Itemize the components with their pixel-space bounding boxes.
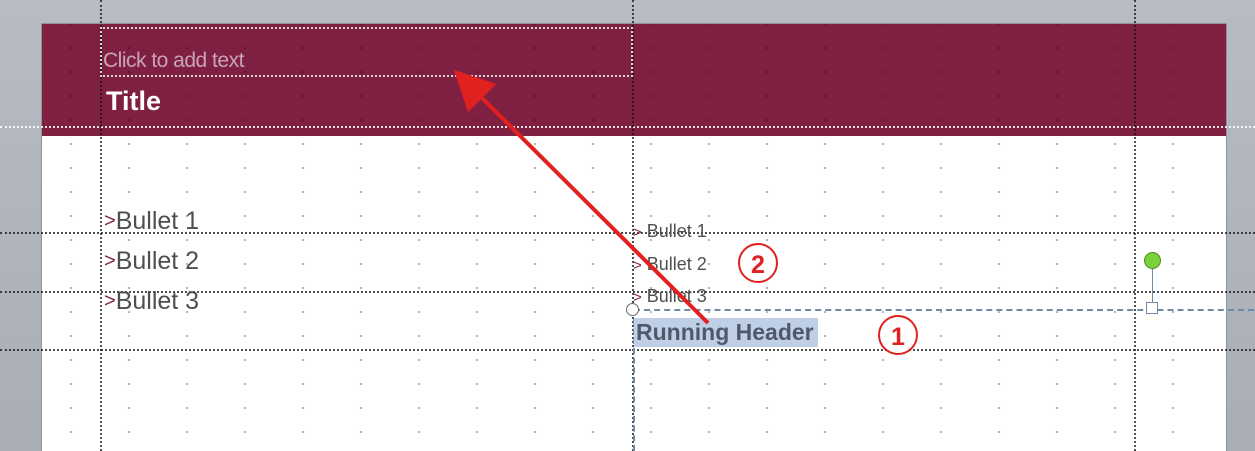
bullet-text: Bullet 2 — [646, 254, 707, 274]
bullet-right-2[interactable]: > Bullet 2 — [633, 255, 707, 273]
bullet-left-1[interactable]: >Bullet 1 — [104, 209, 199, 234]
selection-border-top — [634, 309, 1254, 311]
bullet-text: Bullet 1 — [115, 207, 200, 235]
bullet-text: Bullet 3 — [115, 287, 200, 315]
bullet-marker: > — [633, 257, 642, 274]
bullet-left-3[interactable]: >Bullet 3 — [104, 289, 199, 314]
bullet-right-3[interactable]: > Bullet 3 — [633, 287, 707, 305]
running-header-text[interactable]: Running Header — [634, 318, 818, 347]
bullet-marker: > — [104, 290, 116, 312]
callout-number-one: 1 — [878, 315, 918, 355]
placeholder-text: Click to add text — [103, 49, 244, 72]
bullet-marker: > — [633, 224, 642, 241]
bullet-marker: > — [104, 210, 116, 232]
callout-number-two: 2 — [738, 243, 778, 283]
bullet-text: Bullet 2 — [115, 247, 200, 275]
bullet-right-1[interactable]: > Bullet 1 — [633, 222, 707, 240]
resize-handle-icon[interactable] — [626, 303, 639, 316]
bullet-left-2[interactable]: >Bullet 2 — [104, 249, 199, 274]
slide-title[interactable]: Title — [106, 86, 161, 117]
resize-handle-icon[interactable] — [1146, 302, 1158, 314]
rotate-handle-stem — [1152, 268, 1153, 302]
bullet-marker: > — [104, 250, 116, 272]
rotate-handle-icon[interactable] — [1144, 252, 1161, 269]
bullet-text: Bullet 1 — [646, 221, 707, 241]
bullet-text: Bullet 3 — [646, 286, 707, 306]
